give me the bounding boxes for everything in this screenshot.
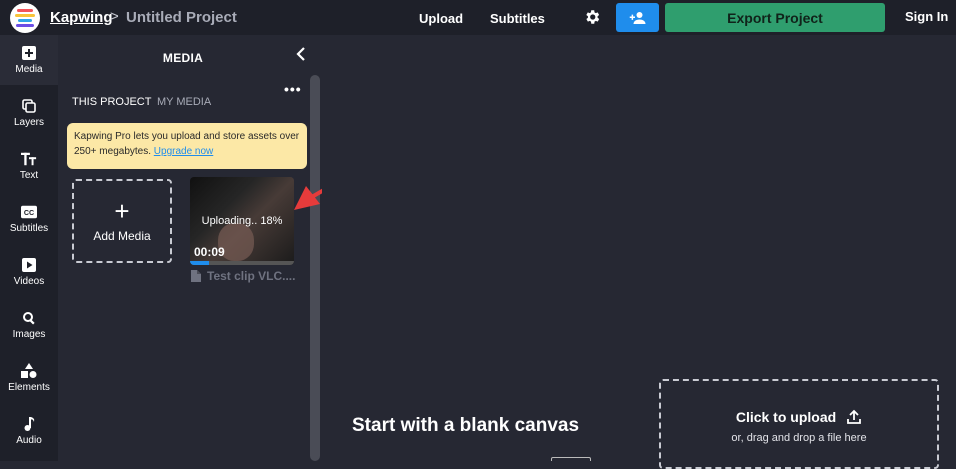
media-panel: MEDIA ••• THIS PROJECT MY MEDIA Kapwing … [58,35,322,461]
panel-scrollbar[interactable] [310,75,320,461]
rail-item-text[interactable]: Text [0,141,58,191]
breadcrumb-separator: > [110,8,119,25]
play-icon [21,257,37,273]
add-user-icon [629,11,645,24]
rail-label-media: Media [15,64,43,75]
rail-item-media[interactable]: Media [0,35,58,85]
top-bar: Kapwing > Untitled Project Upload Subtit… [0,0,956,35]
settings-gear-icon[interactable] [583,8,601,26]
rail-label-text: Text [19,170,39,181]
layers-icon [21,98,37,114]
rail-item-images[interactable]: Images [0,300,58,350]
pro-upsell-banner: Kapwing Pro lets you upload and store as… [67,123,307,169]
file-icon [191,270,201,282]
sign-in-link[interactable]: Sign In [905,9,948,24]
nav-upload-link[interactable]: Upload [419,11,463,26]
blank-canvas-option[interactable] [551,457,591,461]
export-project-button[interactable]: Export Project [665,3,885,32]
nav-subtitles-link[interactable]: Subtitles [490,11,545,26]
drag-drop-hint: or, drag and drop a file here [731,432,867,444]
cc-icon: CC [21,204,37,220]
music-note-icon [21,416,37,432]
kapwing-logo-icon[interactable] [10,3,40,33]
tab-this-project[interactable]: THIS PROJECT [72,96,151,108]
search-icon [21,310,37,326]
add-media-button[interactable]: + Add Media [72,179,172,263]
rail-item-subtitles[interactable]: CC Subtitles [0,194,58,244]
brand-link[interactable]: Kapwing [50,9,113,26]
upload-icon [847,409,862,424]
shapes-icon [21,363,37,379]
rail-label-elements: Elements [8,382,50,393]
more-options-icon[interactable]: ••• [284,81,302,97]
blank-canvas-title[interactable]: Start with a blank canvas [352,415,579,437]
click-to-upload-row: Click to upload [661,409,937,425]
media-thumbnail[interactable]: Uploading.. 18% 00:09 [190,177,294,265]
clip-duration: 00:09 [194,245,225,259]
rail-item-layers[interactable]: Layers [0,88,58,138]
rail-label-images: Images [12,329,46,340]
tab-my-media[interactable]: MY MEDIA [157,96,211,108]
rail-item-videos[interactable]: Videos [0,247,58,297]
rail-label-layers: Layers [13,117,44,128]
click-to-upload-label: Click to upload [735,409,837,425]
upload-progress-bar [190,261,294,265]
text-tt-icon [21,151,37,167]
add-media-label: Add Media [93,229,151,243]
project-title[interactable]: Untitled Project [126,9,237,26]
tool-rail: Media Layers Text CC Subtitles Videos Im… [0,35,58,461]
upload-dropzone[interactable]: Click to upload or, drag and drop a file… [659,379,939,469]
upload-status: Uploading.. 18% [201,215,283,227]
rail-label-audio: Audio [16,435,42,446]
upgrade-now-link[interactable]: Upgrade now [154,146,213,157]
rail-item-audio[interactable]: Audio [0,406,58,456]
rail-label-videos: Videos [13,276,45,287]
media-file-name: Test clip VLC.... [207,269,296,283]
share-add-user-button[interactable] [616,3,659,32]
collapse-panel-chevron-left-icon[interactable] [296,45,306,66]
rail-item-elements[interactable]: Elements [0,353,58,403]
rail-label-subtitles: Subtitles [9,223,49,234]
media-plus-icon [21,45,37,61]
panel-title: MEDIA [162,51,204,65]
upload-progress-fill [190,261,209,265]
plus-icon: + [114,196,130,226]
media-file-name-row[interactable]: Test clip VLC.... [191,269,295,283]
svg-text:CC: CC [24,209,34,217]
